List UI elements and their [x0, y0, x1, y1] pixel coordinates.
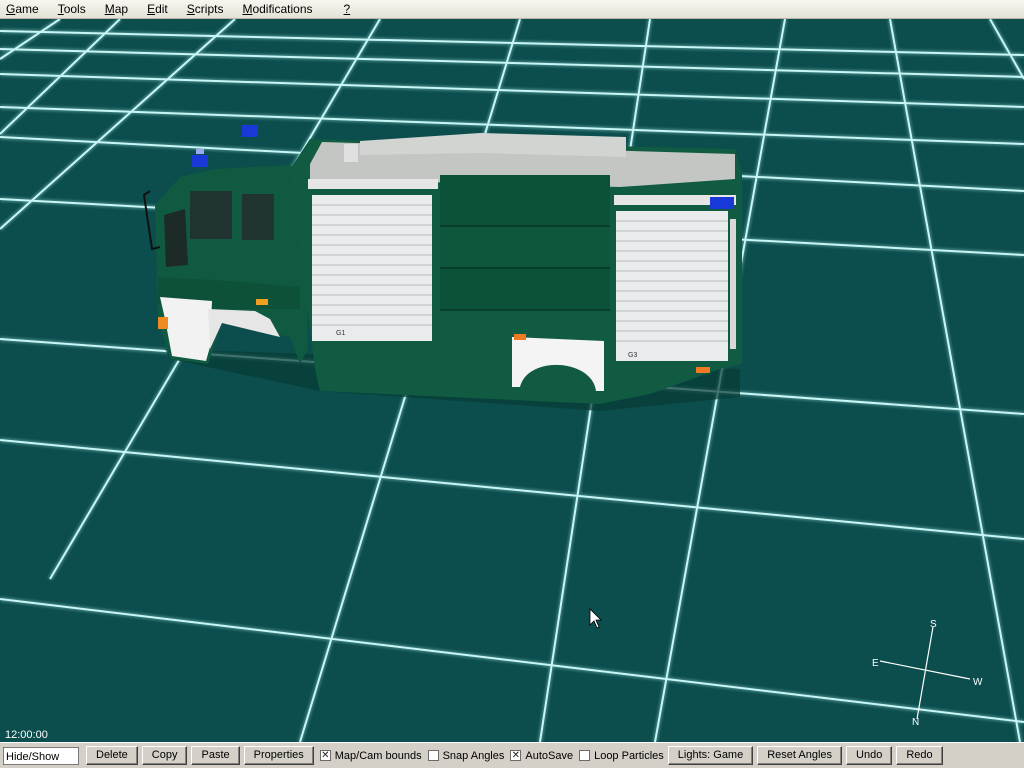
door-label-left: G1	[336, 330, 345, 337]
menu-help-accel: ?	[343, 2, 351, 16]
copy-button[interactable]: Copy	[141, 746, 188, 765]
properties-button[interactable]: Properties	[243, 746, 314, 765]
blue-light-rear	[710, 197, 734, 209]
menu-modifications-label: odifications	[252, 2, 313, 16]
menu-map-accel: M	[104, 2, 115, 16]
viewport-scene[interactable]: G1 G3	[0, 19, 1024, 742]
map-cam-bounds-label: Map/Cam bounds	[334, 749, 422, 762]
menu-map-label: ap	[114, 2, 129, 16]
menu-scripts-label: cripts	[194, 2, 224, 16]
menu-scripts-accel: S	[186, 2, 195, 16]
menu-game-label: ame	[15, 2, 39, 16]
loop-particles-checkbox[interactable]: Loop Particles	[579, 750, 664, 762]
menu-game-accel: G	[6, 2, 16, 16]
snap-angles-label: Snap Angles	[442, 749, 505, 762]
editor-viewport[interactable]: G1 G3 S E W N 12:00:00	[0, 19, 1024, 742]
menu-bar: Game Tools Map Edit Scripts Modification…	[0, 0, 1024, 19]
menu-modifications[interactable]: Modifications	[236, 0, 325, 18]
hide-show-field[interactable]: Hide/Show	[3, 746, 79, 765]
cab-window-front	[190, 191, 232, 239]
loop-particles-check-icon[interactable]	[579, 750, 591, 761]
redo-button[interactable]: Redo	[896, 746, 943, 765]
roller-door-left	[312, 195, 432, 341]
menu-tools-label: ools	[63, 2, 86, 16]
autosave-check-icon[interactable]: ✕	[510, 750, 522, 761]
compass-north-label: N	[912, 717, 920, 728]
autosave-label: AutoSave	[525, 749, 574, 762]
compass-west-label: W	[973, 677, 983, 688]
menu-map[interactable]: Map	[99, 0, 141, 18]
menu-help[interactable]: ?	[338, 0, 364, 18]
compass-south-label: S	[930, 619, 937, 630]
loop-particles-label: Loop Particles	[594, 749, 664, 762]
map-cam-bounds-checkbox[interactable]: ✕ Map/Cam bounds	[319, 749, 422, 762]
map-cam-bounds-check-icon[interactable]: ✕	[319, 750, 331, 761]
autosave-checkbox[interactable]: ✕ AutoSave	[510, 750, 573, 762]
reset-angles-button[interactable]: Reset Angles	[757, 746, 843, 765]
lights-button[interactable]: Lights: Game	[667, 746, 754, 765]
snap-angles-check-icon[interactable]	[427, 750, 439, 761]
cab-windshield	[164, 209, 188, 267]
compass-east-label: E	[872, 658, 879, 669]
cab-window-rear	[242, 194, 274, 240]
blue-light-front	[192, 155, 208, 167]
door-label-right: G3	[628, 352, 637, 359]
menu-tools[interactable]: Tools	[52, 0, 99, 18]
menu-modifications-accel: M	[242, 2, 253, 16]
roller-door-right	[616, 211, 728, 361]
editor-toolbar: Hide/Show Delete Copy Paste Properties ✕…	[0, 742, 1024, 768]
menu-edit-label: dit	[155, 2, 168, 16]
menu-game[interactable]: Game	[0, 0, 52, 18]
paste-button[interactable]: Paste	[191, 746, 240, 765]
game-time-label: 12:00:00	[5, 729, 48, 741]
menu-edit[interactable]: Edit	[141, 0, 181, 18]
undo-button[interactable]: Undo	[846, 746, 893, 765]
menu-scripts[interactable]: Scripts	[181, 0, 237, 18]
blue-light-roof	[242, 125, 258, 137]
menu-edit-accel: E	[147, 2, 156, 16]
snap-angles-checkbox[interactable]: Snap Angles	[427, 749, 505, 762]
delete-button[interactable]: Delete	[86, 746, 138, 765]
